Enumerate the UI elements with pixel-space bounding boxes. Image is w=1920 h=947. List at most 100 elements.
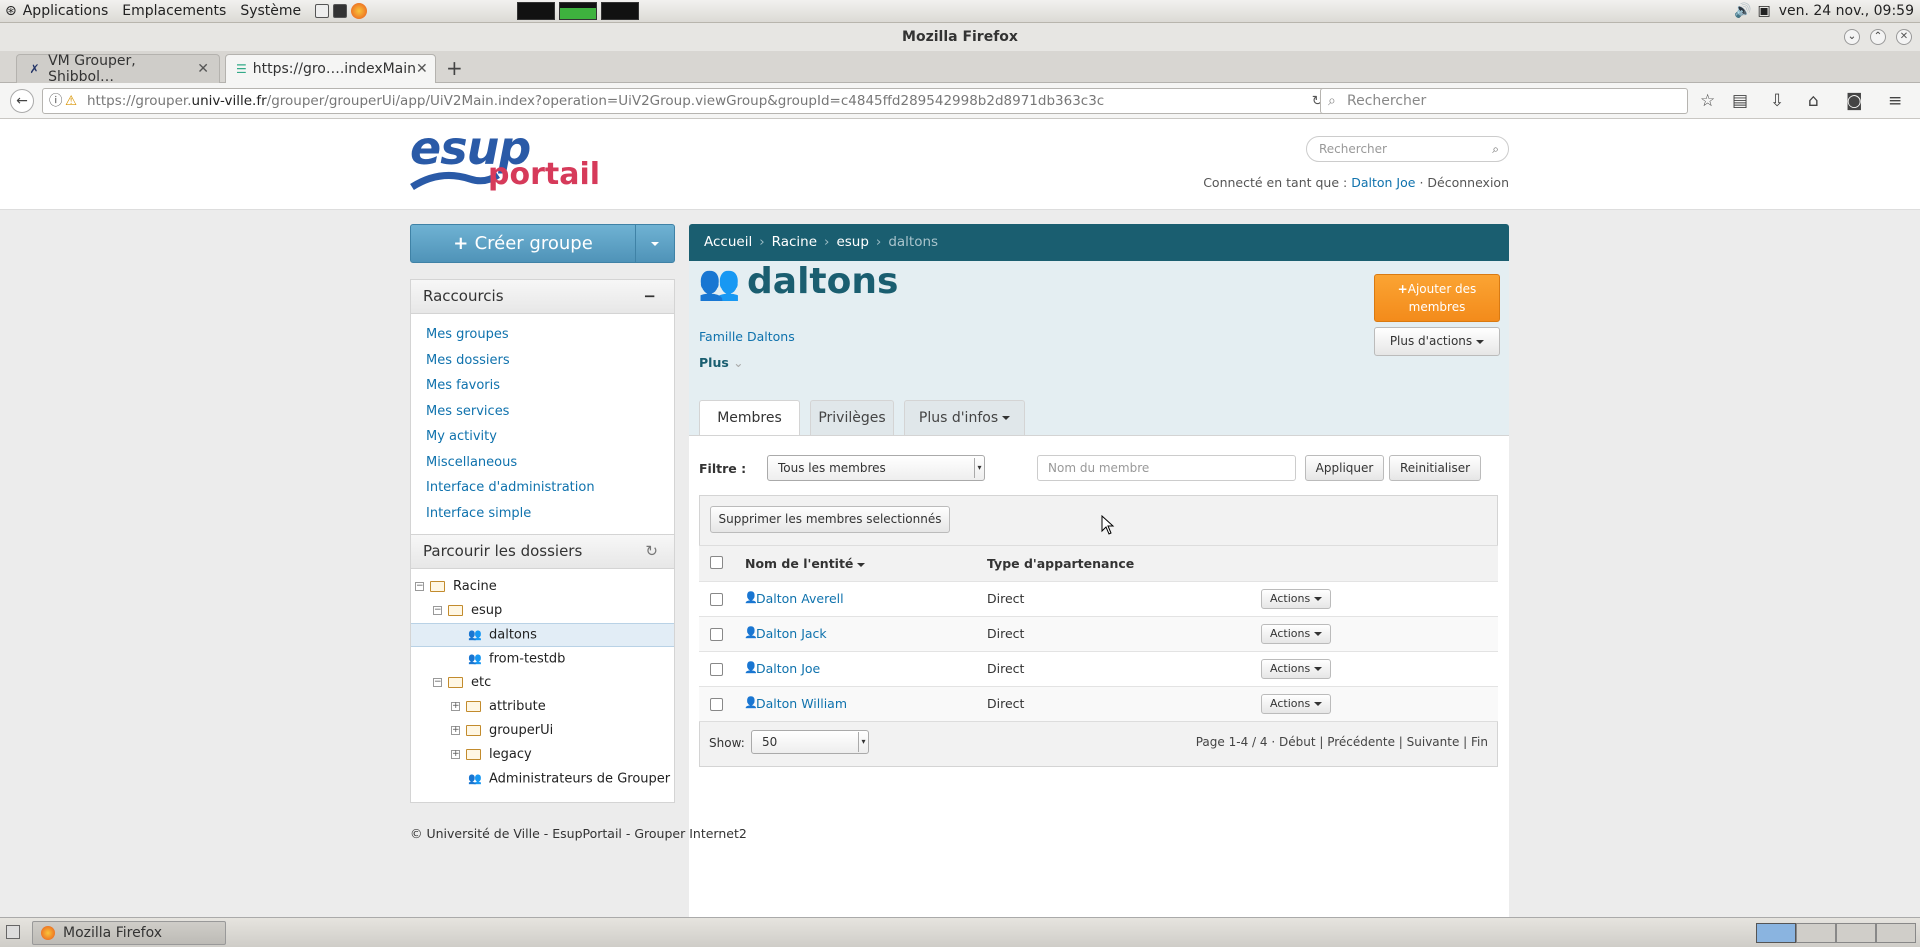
- shortcut-mes-services[interactable]: Mes services: [426, 404, 509, 419]
- pager-previous[interactable]: Précédente: [1327, 735, 1395, 749]
- close-icon[interactable]: ✕: [1896, 29, 1912, 45]
- text-editor-launcher-icon[interactable]: [315, 4, 330, 18]
- back-icon[interactable]: ←: [10, 89, 34, 113]
- pager-next[interactable]: Suivante: [1407, 735, 1460, 749]
- pocket-icon[interactable]: ◙: [1846, 91, 1863, 111]
- collapse-toggle-icon[interactable]: −: [433, 678, 442, 687]
- close-tab-icon[interactable]: ✕: [197, 61, 209, 77]
- tree-node-grouperui[interactable]: + grouperUi: [451, 719, 553, 743]
- shortcut-my-activity[interactable]: My activity: [426, 429, 497, 444]
- row-checkbox[interactable]: [710, 663, 723, 676]
- tree-node-racine[interactable]: − Racine: [415, 575, 497, 599]
- row-checkbox[interactable]: [710, 628, 723, 641]
- site-search-input[interactable]: Rechercher ⌕: [1306, 136, 1509, 162]
- create-group-button[interactable]: + Créer groupe: [410, 224, 675, 263]
- col-name-header[interactable]: Nom de l'entité: [745, 556, 866, 571]
- network-monitor-icon[interactable]: [601, 2, 640, 20]
- tree-node-legacy[interactable]: + legacy: [451, 743, 532, 767]
- more-toggle[interactable]: Plus ⌄: [699, 355, 744, 370]
- breadcrumb-esup[interactable]: esup: [836, 234, 868, 250]
- select-all-checkbox[interactable]: [710, 556, 723, 569]
- add-members-button[interactable]: +Ajouter des membres: [1374, 274, 1500, 322]
- taskbar-item-firefox[interactable]: Mozilla Firefox: [32, 921, 226, 945]
- breadcrumb-racine[interactable]: Racine: [772, 234, 817, 250]
- row-checkbox[interactable]: [710, 593, 723, 606]
- member-name-link[interactable]: Dalton William: [756, 696, 847, 711]
- collapse-icon[interactable]: −: [643, 280, 656, 313]
- show-desktop-icon[interactable]: [6, 925, 20, 939]
- logout-link[interactable]: Déconnexion: [1427, 175, 1509, 190]
- tree-node-administrateurs[interactable]: 👥 Administrateurs de Grouper: [467, 767, 670, 791]
- delete-selected-members-button[interactable]: Supprimer les membres selectionnés: [710, 506, 950, 533]
- expand-toggle-icon[interactable]: +: [451, 702, 460, 711]
- bookmark-star-icon[interactable]: ☆: [1700, 91, 1715, 111]
- workspace-1[interactable]: [1756, 923, 1796, 943]
- shortcut-interface-administration[interactable]: Interface d'administration: [426, 480, 595, 495]
- menu-applications[interactable]: Applications: [23, 3, 109, 19]
- shortcut-mes-dossiers[interactable]: Mes dossiers: [426, 353, 510, 368]
- tab-membres[interactable]: Membres: [699, 400, 800, 436]
- tree-node-attribute[interactable]: + attribute: [451, 695, 546, 719]
- hamburger-menu-icon[interactable]: ≡: [1888, 91, 1902, 111]
- tab-plus-infos[interactable]: Plus d'infos: [904, 400, 1025, 436]
- volume-icon[interactable]: 🔊: [1734, 3, 1751, 19]
- network-icon[interactable]: ▣: [1757, 3, 1770, 19]
- esup-portail-logo[interactable]: esup portail: [410, 121, 600, 201]
- tree-node-daltons[interactable]: 👥 daltons: [467, 623, 537, 647]
- member-name-link[interactable]: Dalton Jack: [756, 626, 827, 641]
- more-actions-button[interactable]: Plus d'actions: [1374, 327, 1500, 356]
- apply-button[interactable]: Appliquer: [1305, 455, 1384, 481]
- tree-node-etc[interactable]: − etc: [433, 671, 491, 695]
- member-name-link[interactable]: Dalton Joe: [756, 661, 820, 676]
- browser-tab-vm-grouper[interactable]: ✗ VM Grouper, Shibbol… ✕: [16, 53, 220, 85]
- insecure-warning-icon[interactable]: ⚠: [65, 89, 77, 113]
- tab-privileges[interactable]: Privilèges: [810, 400, 894, 436]
- member-name-input[interactable]: Nom du membre: [1037, 455, 1296, 481]
- user-link[interactable]: Dalton Joe: [1351, 175, 1415, 190]
- close-tab-icon[interactable]: ✕: [416, 61, 428, 77]
- workspace-4[interactable]: [1876, 923, 1916, 943]
- member-name-link[interactable]: Dalton Averell: [756, 591, 844, 606]
- tree-node-from-testdb[interactable]: 👥 from-testdb: [467, 647, 565, 671]
- pager-last[interactable]: Fin: [1471, 735, 1488, 749]
- row-actions-button[interactable]: Actions: [1261, 624, 1332, 644]
- terminal-launcher-icon[interactable]: [333, 4, 348, 18]
- expand-toggle-icon[interactable]: +: [451, 726, 460, 735]
- create-group-dropdown[interactable]: [635, 225, 674, 262]
- menu-emplacements[interactable]: Emplacements: [122, 3, 226, 19]
- row-actions-button[interactable]: Actions: [1261, 589, 1332, 609]
- row-checkbox[interactable]: [710, 698, 723, 711]
- refresh-icon[interactable]: ↻: [645, 535, 658, 568]
- browser-search-input[interactable]: ⌕ Rechercher: [1320, 88, 1688, 114]
- reading-list-icon[interactable]: ▤: [1732, 91, 1748, 111]
- reset-button[interactable]: Reinitialiser: [1389, 455, 1481, 481]
- membership-filter-select[interactable]: Tous les membres ▾: [767, 455, 985, 481]
- new-tab-icon[interactable]: +: [446, 56, 463, 80]
- clock[interactable]: ven. 24 nov., 09:59: [1779, 3, 1914, 19]
- tree-node-esup[interactable]: − esup: [433, 599, 502, 623]
- site-info-icon[interactable]: ⓘ: [49, 89, 63, 113]
- row-actions-button[interactable]: Actions: [1261, 694, 1332, 714]
- url-bar[interactable]: ⓘ ⚠ https://grouper.univ-ville.fr/groupe…: [42, 88, 1332, 114]
- breadcrumb-accueil[interactable]: Accueil: [704, 234, 752, 250]
- pager-first[interactable]: Début: [1279, 735, 1316, 749]
- gnome-logo-icon[interactable]: ⊛: [5, 3, 17, 19]
- page-size-select[interactable]: 50 ▾: [751, 730, 869, 754]
- search-icon[interactable]: ⌕: [1492, 137, 1499, 161]
- minimize-icon[interactable]: ⌄: [1844, 29, 1860, 45]
- collapse-toggle-icon[interactable]: −: [415, 582, 424, 591]
- shortcut-interface-simple[interactable]: Interface simple: [426, 506, 531, 521]
- cpu-monitor-icon[interactable]: [517, 2, 556, 20]
- workspace-switcher[interactable]: [1756, 923, 1916, 943]
- shortcut-mes-groupes[interactable]: Mes groupes: [426, 327, 509, 342]
- expand-toggle-icon[interactable]: +: [451, 750, 460, 759]
- firefox-launcher-icon[interactable]: [351, 3, 368, 19]
- collapse-toggle-icon[interactable]: −: [433, 606, 442, 615]
- memory-monitor-icon[interactable]: [559, 2, 598, 20]
- row-actions-button[interactable]: Actions: [1261, 659, 1332, 679]
- shortcut-mes-favoris[interactable]: Mes favoris: [426, 378, 500, 393]
- workspace-2[interactable]: [1796, 923, 1836, 943]
- browser-tab-grouper[interactable]: ☰ https://gro….indexMain ✕: [225, 54, 436, 83]
- home-icon[interactable]: ⌂: [1808, 91, 1819, 111]
- workspace-3[interactable]: [1836, 923, 1876, 943]
